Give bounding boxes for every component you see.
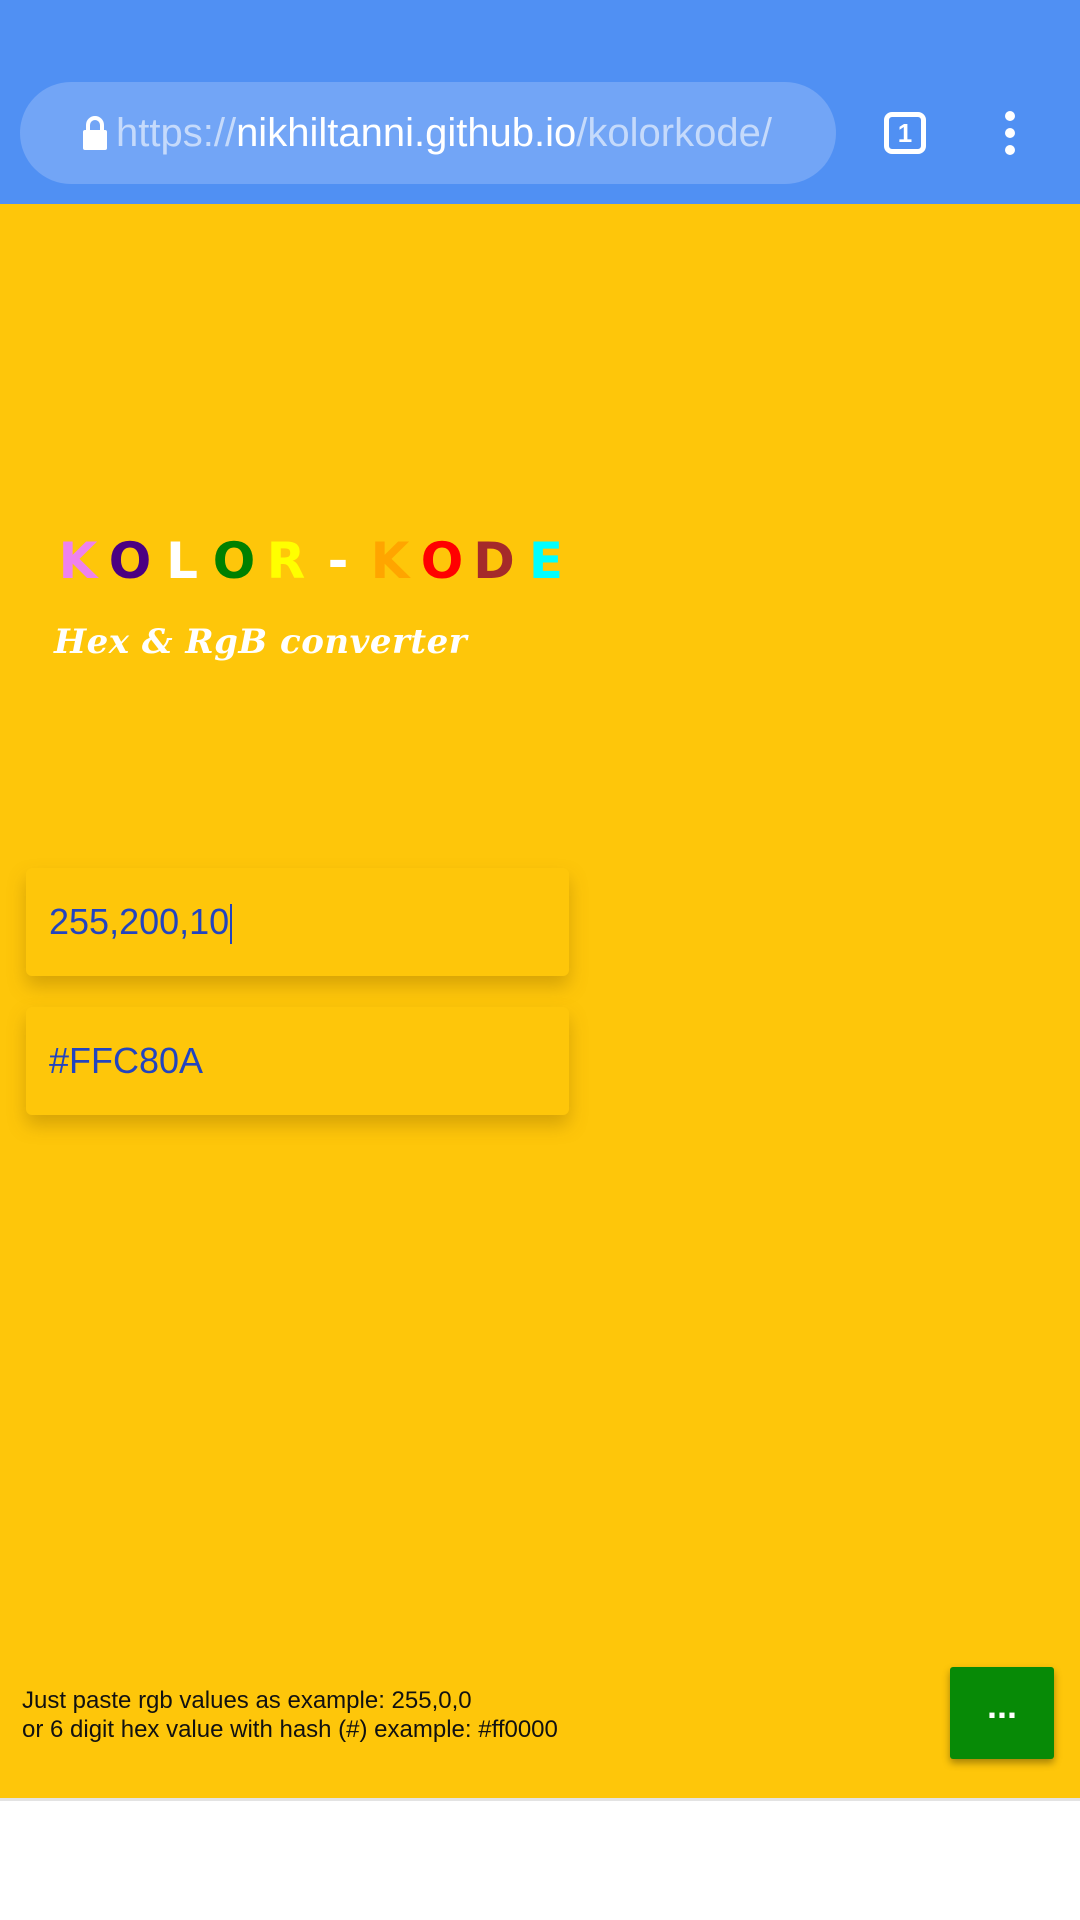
url-path: /kolorkode/ <box>576 111 772 155</box>
instructions-line-1: Just paste rgb values as example: 255,0,… <box>22 1687 472 1714</box>
address-bar[interactable]: https://nikhiltanni.github.io/kolorkode/ <box>20 82 836 184</box>
app-logo: KOLOR-KODE <box>52 526 572 596</box>
url-text: https://nikhiltanni.github.io/kolorkode/ <box>116 82 831 184</box>
logo-letter: K <box>58 532 98 590</box>
tab-switcher-icon[interactable]: 1 <box>884 112 926 154</box>
instructions: Just paste rgb values as example: 255,0,… <box>22 1686 558 1744</box>
logo-letter: D <box>473 532 515 590</box>
url-host: nikhiltanni.github.io <box>236 111 577 155</box>
more-options-icon[interactable] <box>996 110 1024 156</box>
logo-letter: E <box>528 532 564 590</box>
logo-letter: L <box>166 532 198 590</box>
hex-output[interactable]: #FFC80A <box>26 1007 569 1115</box>
tab-count: 1 <box>897 118 913 148</box>
page-content: KOLOR-KODE Hex & RgB converter 255,200,1… <box>0 204 1080 1798</box>
rgb-input-value: 255,200,10 <box>49 901 230 942</box>
divider <box>0 1798 1080 1801</box>
text-caret <box>230 904 233 945</box>
lock-icon <box>83 116 107 150</box>
rgb-input[interactable]: 255,200,10 <box>26 868 569 976</box>
instructions-line-2: or 6 digit hex value with hash (#) examp… <box>22 1716 558 1743</box>
hex-output-value: #FFC80A <box>49 1040 204 1081</box>
logo-letter: O <box>212 532 256 590</box>
logo-letter: R <box>266 532 306 590</box>
more-button[interactable]: ... <box>950 1667 1054 1759</box>
browser-toolbar: https://nikhiltanni.github.io/kolorkode/… <box>0 0 1080 204</box>
logo-letter: K <box>370 532 410 590</box>
app-tagline: Hex & RgB converter <box>54 622 468 662</box>
logo-letter: - <box>327 532 349 590</box>
url-scheme: https:// <box>116 111 237 155</box>
logo-letter: O <box>108 532 152 590</box>
logo-letter: O <box>420 532 464 590</box>
